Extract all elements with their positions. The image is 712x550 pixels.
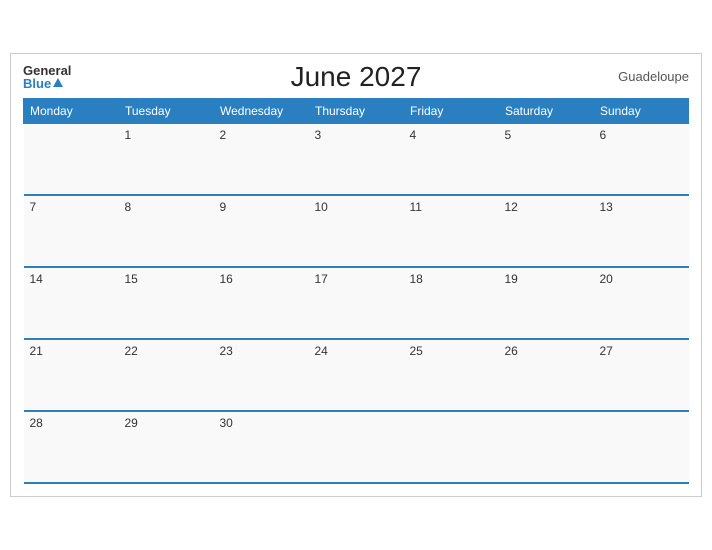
calendar-week-row: 7 8 9 10 11 12 13 xyxy=(24,195,689,267)
logo: General Blue xyxy=(23,64,71,90)
day-number: 7 xyxy=(30,200,37,214)
calendar-day-cell: 11 xyxy=(404,195,499,267)
day-number: 13 xyxy=(600,200,613,214)
calendar-day-cell: 2 xyxy=(214,123,309,195)
day-number: 20 xyxy=(600,272,613,286)
day-number: 10 xyxy=(315,200,328,214)
calendar-day-cell xyxy=(24,123,119,195)
calendar-day-cell: 7 xyxy=(24,195,119,267)
calendar-day-cell: 8 xyxy=(119,195,214,267)
calendar-day-cell xyxy=(404,411,499,483)
logo-blue-text: Blue xyxy=(23,77,71,90)
day-number: 9 xyxy=(220,200,227,214)
calendar-day-cell: 30 xyxy=(214,411,309,483)
calendar-day-cell: 23 xyxy=(214,339,309,411)
calendar-day-cell: 26 xyxy=(499,339,594,411)
logo-general-text: General xyxy=(23,64,71,77)
day-number: 24 xyxy=(315,344,328,358)
calendar-day-cell: 6 xyxy=(594,123,689,195)
day-number: 27 xyxy=(600,344,613,358)
day-number: 8 xyxy=(125,200,132,214)
weekday-header-monday: Monday xyxy=(24,98,119,123)
calendar-day-cell: 27 xyxy=(594,339,689,411)
day-number: 29 xyxy=(125,416,138,430)
calendar-header: General Blue June 2027 Guadeloupe xyxy=(23,64,689,90)
calendar-day-cell: 9 xyxy=(214,195,309,267)
day-number: 14 xyxy=(30,272,43,286)
calendar-week-row: 14 15 16 17 18 19 20 xyxy=(24,267,689,339)
calendar-day-cell: 3 xyxy=(309,123,404,195)
day-number: 4 xyxy=(410,128,417,142)
calendar-day-cell: 5 xyxy=(499,123,594,195)
calendar-day-cell: 14 xyxy=(24,267,119,339)
day-number: 17 xyxy=(315,272,328,286)
calendar-day-cell: 13 xyxy=(594,195,689,267)
day-number: 3 xyxy=(315,128,322,142)
day-number: 15 xyxy=(125,272,138,286)
calendar-day-cell xyxy=(309,411,404,483)
day-number: 2 xyxy=(220,128,227,142)
day-number: 22 xyxy=(125,344,138,358)
calendar-day-cell: 15 xyxy=(119,267,214,339)
calendar-week-row: 28 29 30 xyxy=(24,411,689,483)
calendar-title: June 2027 xyxy=(291,61,422,93)
weekday-header-friday: Friday xyxy=(404,98,499,123)
calendar-day-cell: 12 xyxy=(499,195,594,267)
day-number: 19 xyxy=(505,272,518,286)
weekday-header-row: MondayTuesdayWednesdayThursdayFridaySatu… xyxy=(24,98,689,123)
calendar-week-row: 1 2 3 4 5 6 xyxy=(24,123,689,195)
day-number: 6 xyxy=(600,128,607,142)
calendar-day-cell: 25 xyxy=(404,339,499,411)
day-number: 11 xyxy=(410,200,422,214)
calendar-day-cell: 21 xyxy=(24,339,119,411)
day-number: 1 xyxy=(125,128,132,142)
calendar-day-cell: 1 xyxy=(119,123,214,195)
day-number: 12 xyxy=(505,200,518,214)
day-number: 16 xyxy=(220,272,233,286)
weekday-header-wednesday: Wednesday xyxy=(214,98,309,123)
day-number: 30 xyxy=(220,416,233,430)
calendar-day-cell: 24 xyxy=(309,339,404,411)
calendar-region: Guadeloupe xyxy=(618,69,689,84)
weekday-header-saturday: Saturday xyxy=(499,98,594,123)
day-number: 18 xyxy=(410,272,423,286)
calendar-week-row: 21 22 23 24 25 26 27 xyxy=(24,339,689,411)
calendar-day-cell: 4 xyxy=(404,123,499,195)
calendar-day-cell: 19 xyxy=(499,267,594,339)
calendar-day-cell: 29 xyxy=(119,411,214,483)
day-number: 23 xyxy=(220,344,233,358)
day-number: 25 xyxy=(410,344,423,358)
logo-triangle-icon xyxy=(53,78,63,87)
calendar-day-cell: 18 xyxy=(404,267,499,339)
calendar-day-cell xyxy=(499,411,594,483)
day-number: 26 xyxy=(505,344,518,358)
calendar-day-cell: 17 xyxy=(309,267,404,339)
weekday-header-sunday: Sunday xyxy=(594,98,689,123)
weekday-header-thursday: Thursday xyxy=(309,98,404,123)
calendar-container: General Blue June 2027 Guadeloupe Monday… xyxy=(10,53,702,498)
calendar-day-cell: 28 xyxy=(24,411,119,483)
calendar-day-cell xyxy=(594,411,689,483)
calendar-day-cell: 10 xyxy=(309,195,404,267)
calendar-day-cell: 22 xyxy=(119,339,214,411)
day-number: 21 xyxy=(30,344,43,358)
calendar-grid: MondayTuesdayWednesdayThursdayFridaySatu… xyxy=(23,98,689,485)
calendar-day-cell: 20 xyxy=(594,267,689,339)
day-number: 28 xyxy=(30,416,43,430)
calendar-day-cell: 16 xyxy=(214,267,309,339)
day-number: 5 xyxy=(505,128,512,142)
weekday-header-tuesday: Tuesday xyxy=(119,98,214,123)
